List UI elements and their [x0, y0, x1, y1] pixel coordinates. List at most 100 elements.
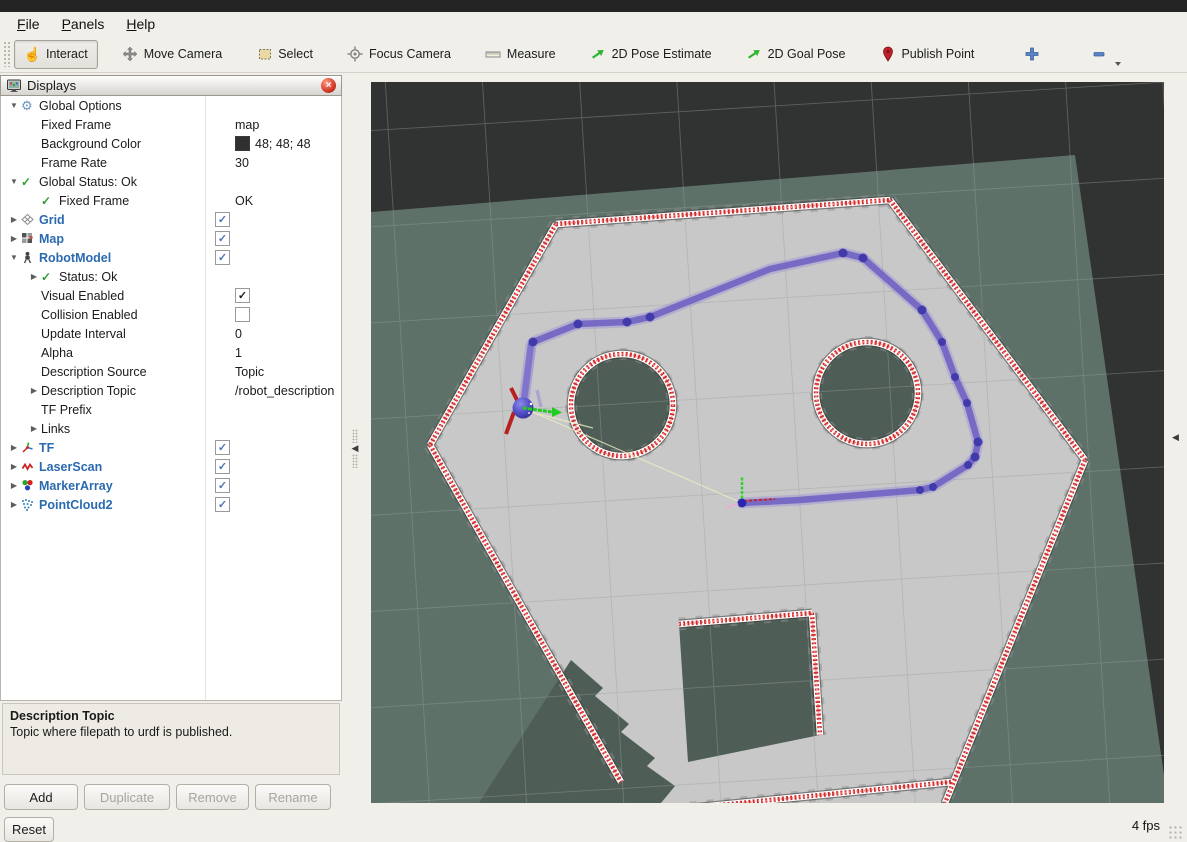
tree-row-fixed-frame[interactable]: ✓Fixed FrameOK	[1, 191, 341, 210]
tree-row-robotmodel[interactable]: ▼RobotModel✓	[1, 248, 341, 267]
tool-focus-camera[interactable]: Focus Camera	[337, 40, 461, 69]
property-value-cell[interactable]: /robot_description	[231, 384, 334, 398]
tool-move-camera[interactable]: Move Camera	[112, 40, 233, 69]
checkbox-checked[interactable]: ✓	[215, 250, 230, 265]
tree-row-fixed-frame[interactable]: Fixed Framemap	[1, 115, 341, 134]
property-value-cell[interactable]: 30	[231, 156, 249, 170]
menu-item-help[interactable]: Help	[115, 14, 166, 34]
property-value-cell[interactable]: ✓	[211, 440, 230, 455]
tool-publish-point[interactable]: Publish Point	[869, 40, 984, 69]
expand-arrow-closed-icon[interactable]: ▶	[7, 215, 21, 224]
property-value-cell[interactable]: ✓	[211, 231, 230, 246]
property-value-cell[interactable]: ✓	[211, 459, 230, 474]
remove-tool-button[interactable]	[1083, 40, 1114, 69]
tree-row-map[interactable]: ▶Map✓	[1, 229, 341, 248]
tree-row-description-source[interactable]: Description SourceTopic	[1, 362, 341, 381]
menu-item-panels[interactable]: Panels	[51, 14, 116, 34]
tree-row-global-status-ok[interactable]: ▼✓Global Status: Ok	[1, 172, 341, 191]
checkbox-checked[interactable]: ✓	[215, 231, 230, 246]
window-resize-grip[interactable]	[1168, 825, 1184, 839]
property-value-cell[interactable]: ✓	[211, 497, 230, 512]
minus-icon	[1090, 46, 1107, 63]
duplicate-button[interactable]: Duplicate	[84, 784, 170, 810]
tool-2d-goal-pose[interactable]: 2D Goal Pose	[736, 40, 856, 69]
panel-title: Displays	[27, 78, 321, 93]
tree-row-links[interactable]: ▶Links	[1, 419, 341, 438]
green-arrow-icon	[746, 46, 763, 63]
tree-row-visual-enabled[interactable]: Visual Enabled ✓	[1, 286, 341, 305]
checkbox-checked[interactable]: ✓	[215, 212, 230, 227]
property-value-cell[interactable]: map	[231, 118, 259, 132]
close-panel-button[interactable]: ×	[321, 78, 336, 93]
property-value-cell[interactable]: ✓	[231, 288, 250, 303]
property-name-cell: Visual Enabled	[1, 289, 231, 303]
property-name-cell: TF Prefix	[1, 403, 231, 417]
tree-row-collision-enabled[interactable]: Collision Enabled	[1, 305, 341, 324]
tree-row-laserscan[interactable]: ▶LaserScan✓	[1, 457, 341, 476]
property-label: Collision Enabled	[41, 308, 138, 322]
property-name-cell: ✓Fixed Frame	[1, 194, 231, 208]
tool-measure[interactable]: Measure	[475, 40, 566, 69]
property-label: MarkerArray	[39, 479, 113, 493]
tree-row-tf[interactable]: ▶TF✓	[1, 438, 341, 457]
rename-button[interactable]: Rename	[255, 784, 331, 810]
checkbox-unchecked[interactable]	[235, 307, 250, 322]
expand-arrow-closed-icon[interactable]: ▶	[7, 481, 21, 490]
checkbox-checked[interactable]: ✓	[215, 497, 230, 512]
property-label: Grid	[39, 213, 65, 227]
property-value-cell[interactable]: Topic	[231, 365, 264, 379]
reset-button[interactable]: Reset	[4, 817, 54, 842]
property-value-text: 0	[235, 327, 242, 341]
property-value-cell[interactable]: 1	[231, 346, 242, 360]
property-value-cell[interactable]: ✓	[211, 212, 230, 227]
property-value-cell[interactable]: 0	[231, 327, 242, 341]
expand-arrow-closed-icon[interactable]: ▶	[7, 500, 21, 509]
add-tool-button[interactable]	[1016, 40, 1047, 69]
checkbox-checked[interactable]: ✓	[215, 478, 230, 493]
tree-row-alpha[interactable]: Alpha1	[1, 343, 341, 362]
tool-select[interactable]: Select	[246, 40, 323, 69]
expand-arrow-closed-icon[interactable]: ▶	[7, 462, 21, 471]
property-value-cell[interactable]: ✓	[211, 478, 230, 493]
tree-row-description-topic[interactable]: ▶Description Topic/robot_description	[1, 381, 341, 400]
tool-interact[interactable]: ☝ Interact	[14, 40, 98, 69]
checkbox-checked[interactable]: ✓	[215, 459, 230, 474]
tree-row-pointcloud2[interactable]: ▶PointCloud2✓	[1, 495, 341, 514]
expand-arrow-closed-icon[interactable]: ▶	[7, 443, 21, 452]
panel-splitter-left[interactable]: ◀	[350, 425, 360, 471]
checkbox-checked[interactable]: ✓	[235, 288, 250, 303]
3d-viewport[interactable]	[371, 82, 1164, 803]
property-value-cell[interactable]: 48; 48; 48	[231, 136, 311, 151]
expand-arrow-closed-icon[interactable]: ▶	[27, 272, 41, 281]
property-name-cell: ▼⚙Global Options	[1, 98, 211, 114]
tree-row-markerarray[interactable]: ▶ MarkerArray ✓	[1, 476, 341, 495]
tree-row-grid[interactable]: ▶ Grid ✓	[1, 210, 341, 229]
expand-arrow-open-icon[interactable]: ▼	[7, 253, 21, 262]
panel-splitter-right[interactable]: ◀	[1172, 432, 1179, 443]
tree-row-global-options[interactable]: ▼⚙Global Options	[1, 96, 341, 115]
menu-item-file[interactable]: File	[6, 14, 51, 34]
property-name-cell: Alpha	[1, 346, 231, 360]
add-button[interactable]: Add	[4, 784, 78, 810]
property-value-cell[interactable]	[231, 307, 250, 322]
expand-arrow-open-icon[interactable]: ▼	[7, 177, 21, 186]
property-label: Background Color	[41, 137, 141, 151]
expand-arrow-open-icon[interactable]: ▼	[7, 101, 21, 110]
tree-row-background-color[interactable]: Background Color 48; 48; 48	[1, 134, 341, 153]
expand-arrow-closed-icon[interactable]: ▶	[27, 386, 41, 395]
checkbox-checked[interactable]: ✓	[215, 440, 230, 455]
expand-arrow-closed-icon[interactable]: ▶	[27, 424, 41, 433]
tree-row-update-interval[interactable]: Update Interval0	[1, 324, 341, 343]
property-value-cell[interactable]: ✓	[211, 250, 230, 265]
tool-label: Publish Point	[901, 47, 974, 61]
property-value-cell[interactable]: OK	[231, 194, 253, 208]
tree-row-frame-rate[interactable]: Frame Rate30	[1, 153, 341, 172]
toolbar-drag-handle[interactable]	[3, 41, 10, 67]
expand-arrow-closed-icon[interactable]: ▶	[7, 234, 21, 243]
tool-2d-pose-estimate[interactable]: 2D Pose Estimate	[580, 40, 722, 69]
remove-button[interactable]: Remove	[176, 784, 249, 810]
tree-row-status-ok[interactable]: ▶✓Status: Ok	[1, 267, 341, 286]
property-label: Global Status: Ok	[39, 175, 137, 189]
tree-row-tf-prefix[interactable]: TF Prefix	[1, 400, 341, 419]
displays-panel-titlebar[interactable]: Displays ×	[0, 75, 342, 96]
